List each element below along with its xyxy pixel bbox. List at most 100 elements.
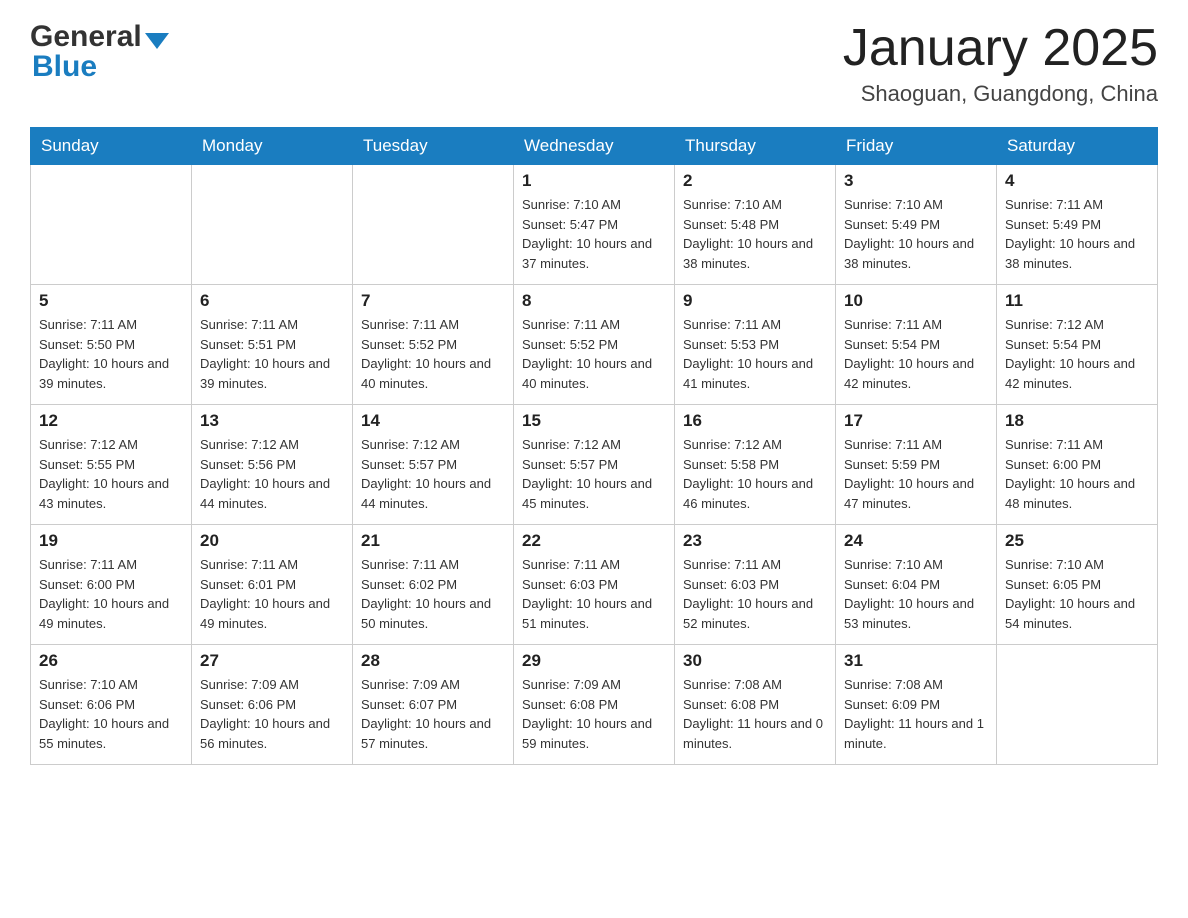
day-number: 19 bbox=[39, 531, 183, 551]
logo-general-text: General bbox=[30, 20, 142, 54]
day-info: Sunrise: 7:10 AMSunset: 5:49 PMDaylight:… bbox=[844, 195, 988, 273]
day-info: Sunrise: 7:08 AMSunset: 6:09 PMDaylight:… bbox=[844, 675, 988, 753]
calendar-header-row: SundayMondayTuesdayWednesdayThursdayFrid… bbox=[31, 128, 1158, 165]
day-info: Sunrise: 7:11 AMSunset: 5:54 PMDaylight:… bbox=[844, 315, 988, 393]
calendar-day-cell: 16 Sunrise: 7:12 AMSunset: 5:58 PMDayligh… bbox=[675, 405, 836, 525]
day-info: Sunrise: 7:12 AMSunset: 5:57 PMDaylight:… bbox=[361, 435, 505, 513]
logo-blue-text: Blue bbox=[30, 50, 169, 84]
day-number: 12 bbox=[39, 411, 183, 431]
day-of-week-header: Thursday bbox=[675, 128, 836, 165]
calendar-day-cell: 17 Sunrise: 7:11 AMSunset: 5:59 PMDayligh… bbox=[836, 405, 997, 525]
calendar-day-cell: 6Sunrise: 7:11 AMSunset: 5:51 PMDaylight… bbox=[192, 285, 353, 405]
day-number: 24 bbox=[844, 531, 988, 551]
calendar-day-cell: 18Sunrise: 7:11 AMSunset: 6:00 PMDayligh… bbox=[997, 405, 1158, 525]
day-info: Sunrise: 7:10 AMSunset: 5:48 PMDaylight:… bbox=[683, 195, 827, 273]
logo-triangle-icon bbox=[145, 33, 169, 49]
calendar-day-cell bbox=[192, 165, 353, 285]
day-number: 2 bbox=[683, 171, 827, 191]
day-number: 30 bbox=[683, 651, 827, 671]
day-info: Sunrise: 7:12 AMSunset: 5:55 PMDaylight:… bbox=[39, 435, 183, 513]
calendar-day-cell: 25 Sunrise: 7:10 AMSunset: 6:05 PMDayligh… bbox=[997, 525, 1158, 645]
calendar-day-cell bbox=[353, 165, 514, 285]
day-info: Sunrise: 7:11 AMSunset: 5:50 PMDaylight:… bbox=[39, 315, 183, 393]
day-number: 28 bbox=[361, 651, 505, 671]
day-number: 22 bbox=[522, 531, 666, 551]
day-number: 17 bbox=[844, 411, 988, 431]
calendar-day-cell: 20 Sunrise: 7:11 AMSunset: 6:01 PMDayligh… bbox=[192, 525, 353, 645]
calendar-day-cell: 29 Sunrise: 7:09 AMSunset: 6:08 PMDayligh… bbox=[514, 645, 675, 765]
day-number: 6 bbox=[200, 291, 344, 311]
day-number: 23 bbox=[683, 531, 827, 551]
day-info: Sunrise: 7:11 AMSunset: 6:03 PMDaylight:… bbox=[683, 555, 827, 633]
day-number: 15 bbox=[522, 411, 666, 431]
day-number: 14 bbox=[361, 411, 505, 431]
day-info: Sunrise: 7:12 AMSunset: 5:58 PMDaylight:… bbox=[683, 435, 827, 513]
calendar-day-cell: 11 Sunrise: 7:12 AMSunset: 5:54 PMDayligh… bbox=[997, 285, 1158, 405]
day-info: Sunrise: 7:12 AMSunset: 5:57 PMDaylight:… bbox=[522, 435, 666, 513]
day-number: 29 bbox=[522, 651, 666, 671]
calendar-week-row: 1Sunrise: 7:10 AMSunset: 5:47 PMDaylight… bbox=[31, 165, 1158, 285]
calendar-day-cell: 24 Sunrise: 7:10 AMSunset: 6:04 PMDayligh… bbox=[836, 525, 997, 645]
day-of-week-header: Friday bbox=[836, 128, 997, 165]
day-info: Sunrise: 7:11 AMSunset: 5:59 PMDaylight:… bbox=[844, 435, 988, 513]
day-info: Sunrise: 7:10 AMSunset: 6:06 PMDaylight:… bbox=[39, 675, 183, 753]
calendar-table: SundayMondayTuesdayWednesdayThursdayFrid… bbox=[30, 127, 1158, 765]
day-info: Sunrise: 7:09 AMSunset: 6:06 PMDaylight:… bbox=[200, 675, 344, 753]
day-number: 26 bbox=[39, 651, 183, 671]
calendar-day-cell bbox=[31, 165, 192, 285]
day-info: Sunrise: 7:10 AMSunset: 6:04 PMDaylight:… bbox=[844, 555, 988, 633]
day-number: 13 bbox=[200, 411, 344, 431]
calendar-day-cell: 23 Sunrise: 7:11 AMSunset: 6:03 PMDayligh… bbox=[675, 525, 836, 645]
day-info: Sunrise: 7:09 AMSunset: 6:08 PMDaylight:… bbox=[522, 675, 666, 753]
day-info: Sunrise: 7:11 AMSunset: 6:00 PMDaylight:… bbox=[1005, 435, 1149, 513]
day-number: 10 bbox=[844, 291, 988, 311]
day-info: Sunrise: 7:10 AMSunset: 5:47 PMDaylight:… bbox=[522, 195, 666, 273]
day-number: 4 bbox=[1005, 171, 1149, 191]
day-of-week-header: Sunday bbox=[31, 128, 192, 165]
page-header: General Blue January 2025 Shaoguan, Guan… bbox=[30, 20, 1158, 107]
calendar-day-cell: 14 Sunrise: 7:12 AMSunset: 5:57 PMDayligh… bbox=[353, 405, 514, 525]
day-number: 20 bbox=[200, 531, 344, 551]
calendar-day-cell: 13Sunrise: 7:12 AMSunset: 5:56 PMDayligh… bbox=[192, 405, 353, 525]
calendar-day-cell: 9 Sunrise: 7:11 AMSunset: 5:53 PMDaylight… bbox=[675, 285, 836, 405]
day-number: 8 bbox=[522, 291, 666, 311]
calendar-day-cell: 22 Sunrise: 7:11 AMSunset: 6:03 PMDayligh… bbox=[514, 525, 675, 645]
title-area: January 2025 Shaoguan, Guangdong, China bbox=[843, 20, 1158, 107]
calendar-day-cell: 21Sunrise: 7:11 AMSunset: 6:02 PMDayligh… bbox=[353, 525, 514, 645]
day-info: Sunrise: 7:10 AMSunset: 6:05 PMDaylight:… bbox=[1005, 555, 1149, 633]
calendar-day-cell: 28Sunrise: 7:09 AMSunset: 6:07 PMDayligh… bbox=[353, 645, 514, 765]
calendar-day-cell: 12 Sunrise: 7:12 AMSunset: 5:55 PMDayligh… bbox=[31, 405, 192, 525]
day-number: 16 bbox=[683, 411, 827, 431]
day-info: Sunrise: 7:11 AMSunset: 5:49 PMDaylight:… bbox=[1005, 195, 1149, 273]
day-number: 9 bbox=[683, 291, 827, 311]
day-info: Sunrise: 7:11 AMSunset: 6:00 PMDaylight:… bbox=[39, 555, 183, 633]
day-number: 31 bbox=[844, 651, 988, 671]
calendar-week-row: 19 Sunrise: 7:11 AMSunset: 6:00 PMDayligh… bbox=[31, 525, 1158, 645]
calendar-week-row: 5 Sunrise: 7:11 AMSunset: 5:50 PMDaylight… bbox=[31, 285, 1158, 405]
day-info: Sunrise: 7:11 AMSunset: 5:53 PMDaylight:… bbox=[683, 315, 827, 393]
day-number: 5 bbox=[39, 291, 183, 311]
calendar-day-cell: 1Sunrise: 7:10 AMSunset: 5:47 PMDaylight… bbox=[514, 165, 675, 285]
calendar-day-cell: 26 Sunrise: 7:10 AMSunset: 6:06 PMDayligh… bbox=[31, 645, 192, 765]
calendar-day-cell: 30 Sunrise: 7:08 AMSunset: 6:08 PMDayligh… bbox=[675, 645, 836, 765]
day-info: Sunrise: 7:12 AMSunset: 5:54 PMDaylight:… bbox=[1005, 315, 1149, 393]
calendar-day-cell: 8 Sunrise: 7:11 AMSunset: 5:52 PMDaylight… bbox=[514, 285, 675, 405]
location-title: Shaoguan, Guangdong, China bbox=[843, 81, 1158, 107]
calendar-day-cell: 7Sunrise: 7:11 AMSunset: 5:52 PMDaylight… bbox=[353, 285, 514, 405]
day-of-week-header: Saturday bbox=[997, 128, 1158, 165]
day-number: 11 bbox=[1005, 291, 1149, 311]
calendar-day-cell: 4 Sunrise: 7:11 AMSunset: 5:49 PMDaylight… bbox=[997, 165, 1158, 285]
day-of-week-header: Wednesday bbox=[514, 128, 675, 165]
calendar-day-cell: 19 Sunrise: 7:11 AMSunset: 6:00 PMDayligh… bbox=[31, 525, 192, 645]
day-info: Sunrise: 7:11 AMSunset: 5:52 PMDaylight:… bbox=[522, 315, 666, 393]
calendar-day-cell: 10 Sunrise: 7:11 AMSunset: 5:54 PMDayligh… bbox=[836, 285, 997, 405]
calendar-week-row: 12 Sunrise: 7:12 AMSunset: 5:55 PMDayligh… bbox=[31, 405, 1158, 525]
calendar-day-cell: 31 Sunrise: 7:08 AMSunset: 6:09 PMDayligh… bbox=[836, 645, 997, 765]
day-info: Sunrise: 7:11 AMSunset: 6:03 PMDaylight:… bbox=[522, 555, 666, 633]
day-info: Sunrise: 7:11 AMSunset: 6:01 PMDaylight:… bbox=[200, 555, 344, 633]
day-number: 3 bbox=[844, 171, 988, 191]
day-number: 25 bbox=[1005, 531, 1149, 551]
calendar-day-cell: 15 Sunrise: 7:12 AMSunset: 5:57 PMDayligh… bbox=[514, 405, 675, 525]
day-info: Sunrise: 7:08 AMSunset: 6:08 PMDaylight:… bbox=[683, 675, 827, 753]
calendar-day-cell: 3 Sunrise: 7:10 AMSunset: 5:49 PMDaylight… bbox=[836, 165, 997, 285]
